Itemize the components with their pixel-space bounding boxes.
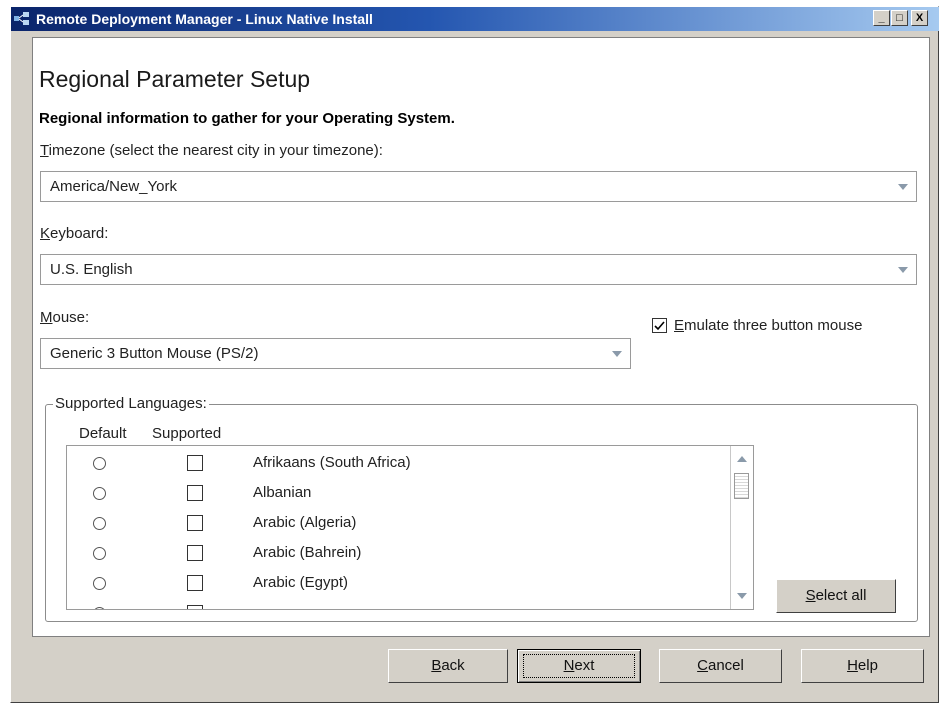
chevron-down-icon	[898, 184, 908, 190]
installer-window: Remote Deployment Manager - Linux Native…	[10, 6, 939, 703]
window-title: Remote Deployment Manager - Linux Native…	[36, 11, 373, 27]
back-button[interactable]: Back	[388, 649, 508, 683]
language-name: Albanian	[253, 484, 312, 501]
maximize-button[interactable]: □	[891, 10, 908, 26]
checkmark-icon	[654, 321, 665, 331]
timezone-value: America/New_York	[50, 178, 177, 195]
supported-languages-group: Supported Languages: Default Supported A…	[45, 395, 918, 622]
supported-checkbox[interactable]	[187, 605, 203, 609]
mouse-label: Mouse:	[40, 309, 90, 326]
emulate-three-button-checkbox[interactable]	[652, 318, 667, 333]
minimize-icon: _	[878, 12, 885, 24]
mouse-value: Generic 3 Button Mouse (PS/2)	[50, 345, 259, 362]
cancel-button[interactable]: Cancel	[659, 649, 782, 683]
supported-checkbox[interactable]	[187, 575, 203, 591]
default-radio[interactable]	[93, 547, 106, 560]
supported-checkbox[interactable]	[187, 545, 203, 561]
languages-scrollbar[interactable]	[730, 446, 753, 609]
title-bar[interactable]: Remote Deployment Manager - Linux Native…	[11, 7, 939, 31]
list-item-partial[interactable]	[67, 599, 727, 609]
default-radio[interactable]	[93, 487, 106, 500]
keyboard-select[interactable]: U.S. English	[40, 254, 917, 285]
emulate-three-button-label[interactable]: Emulate three button mouse	[674, 317, 862, 334]
chevron-down-icon	[612, 351, 622, 357]
column-default: Default	[79, 425, 127, 442]
close-icon: X	[915, 12, 924, 24]
app-network-icon	[14, 12, 29, 25]
scroll-up-icon[interactable]	[737, 456, 747, 462]
default-radio[interactable]	[93, 607, 106, 609]
minimize-button[interactable]: _	[873, 10, 890, 26]
help-button[interactable]: Help	[801, 649, 924, 683]
keyboard-label: Keyboard:	[40, 225, 109, 242]
supported-checkbox[interactable]	[187, 515, 203, 531]
select-all-button[interactable]: Select all	[776, 579, 896, 613]
list-item[interactable]: Arabic (Algeria)	[67, 509, 727, 539]
close-button[interactable]: X	[911, 10, 928, 26]
language-name: Afrikaans (South Africa)	[253, 454, 411, 471]
timezone-label: Timezone (select the nearest city in you…	[40, 142, 383, 159]
language-name: Arabic (Egypt)	[253, 574, 349, 591]
maximize-icon: □	[896, 12, 903, 24]
list-item[interactable]: Arabic (Egypt)	[67, 569, 727, 599]
default-radio[interactable]	[93, 577, 106, 590]
languages-list[interactable]: Afrikaans (South Africa) Albanian Arabic…	[66, 445, 754, 610]
chevron-down-icon	[898, 267, 908, 273]
page-subtitle: Regional information to gather for your …	[39, 110, 455, 127]
default-radio[interactable]	[93, 457, 106, 470]
default-radio[interactable]	[93, 517, 106, 530]
list-item[interactable]: Albanian	[67, 479, 727, 509]
column-supported: Supported	[152, 425, 222, 442]
list-item[interactable]: Arabic (Bahrein)	[67, 539, 727, 569]
page-title: Regional Parameter Setup	[39, 66, 311, 92]
language-name: Arabic (Bahrein)	[253, 544, 362, 561]
mouse-select[interactable]: Generic 3 Button Mouse (PS/2)	[40, 338, 631, 369]
supported-checkbox[interactable]	[187, 485, 203, 501]
list-item[interactable]: Afrikaans (South Africa)	[67, 449, 727, 479]
timezone-select[interactable]: America/New_York	[40, 171, 917, 202]
scroll-down-icon[interactable]	[737, 593, 747, 599]
supported-languages-legend: Supported Languages:	[53, 395, 209, 412]
scroll-thumb[interactable]	[734, 473, 749, 499]
next-button[interactable]: Next	[517, 649, 641, 683]
language-name: Arabic (Algeria)	[253, 514, 357, 531]
content-panel: Regional Parameter Setup Regional inform…	[32, 37, 930, 637]
supported-checkbox[interactable]	[187, 455, 203, 471]
keyboard-value: U.S. English	[50, 261, 133, 278]
